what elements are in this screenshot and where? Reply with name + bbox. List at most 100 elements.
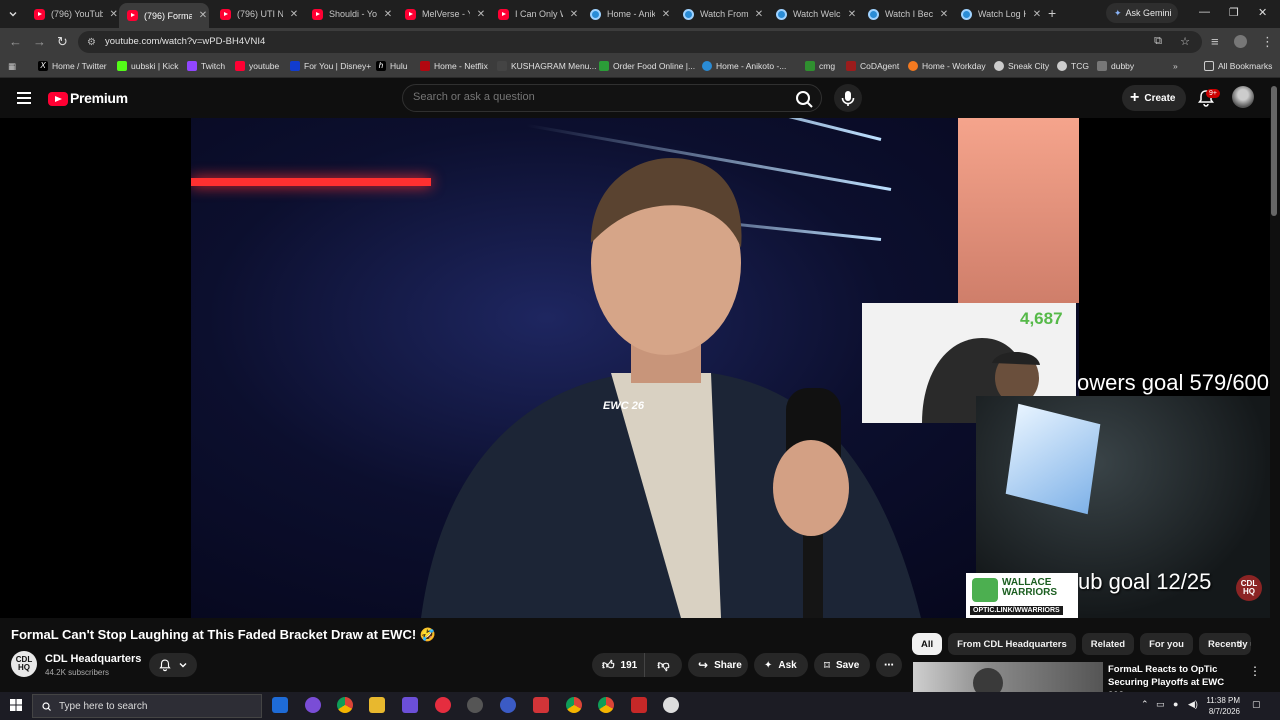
recommendation-menu-icon[interactable]: ⋮ (1249, 664, 1261, 678)
more-actions-button[interactable]: ⋯ (876, 653, 902, 677)
bookmark-item[interactable]: youtube (235, 61, 279, 71)
bookmark-item[interactable]: uubski | Kick (117, 61, 179, 71)
all-bookmarks-folder[interactable]: All Bookmarks (1204, 61, 1272, 71)
more-bookmarks-icon[interactable]: » (1173, 61, 1178, 71)
bookmark-star-icon[interactable]: ☆ (1180, 35, 1190, 48)
create-button[interactable]: + Create (1122, 85, 1186, 111)
share-button[interactable]: ↪ Share (688, 653, 748, 677)
file-explorer-icon[interactable] (369, 697, 385, 713)
browser-tab[interactable]: Watch I Beca ✕ (860, 4, 952, 24)
site-info-icon[interactable]: ⚙ (87, 37, 96, 48)
taskbar-app-icon[interactable] (272, 697, 288, 713)
close-tab-icon[interactable]: ✕ (939, 9, 949, 20)
chip-recently-uploaded[interactable]: Recently u (1198, 633, 1251, 655)
bookmark-item[interactable]: CoDAgent (846, 61, 899, 71)
browser-tab-active[interactable]: (796) FormaL Can't Stop Laughing ✕ (119, 3, 209, 28)
windows-start-icon[interactable] (10, 699, 22, 711)
ask-gemini-button[interactable]: ✦ Ask Gemini (1106, 3, 1178, 23)
address-bar[interactable]: ⚙ youtube.com/watch?v=wPD-BH4VNI4 ⧉ ☆ (78, 31, 1202, 53)
bookmark-item[interactable]: cmg (805, 61, 835, 71)
bookmark-item[interactable]: Twitch (187, 61, 225, 71)
hamburger-menu-icon[interactable] (17, 92, 31, 107)
chrome-icon[interactable] (566, 697, 582, 713)
voice-search-button[interactable] (834, 84, 862, 112)
volume-icon[interactable]: ◀) (1188, 699, 1198, 710)
taskbar-app-icon[interactable] (467, 697, 483, 713)
close-tab-icon[interactable]: ✕ (1032, 9, 1042, 20)
browser-tab[interactable]: MelVerse - You ✕ (397, 4, 489, 24)
new-tab-icon[interactable]: + (1048, 5, 1056, 21)
chip-all[interactable]: All (912, 633, 943, 655)
close-tab-icon[interactable]: ✕ (198, 10, 208, 21)
close-tab-icon[interactable]: ✕ (847, 9, 857, 20)
browser-tab[interactable]: I Can Only W ✕ (490, 4, 582, 24)
taskbar-app-icon[interactable] (533, 697, 549, 713)
youtube-premium-logo[interactable]: Premium (70, 90, 128, 106)
bookmark-item[interactable]: Home - Workday (908, 61, 986, 71)
browser-tab[interactable]: Watch From ✕ (675, 4, 767, 24)
browser-tab[interactable]: Shouldi - You ✕ (304, 4, 396, 24)
like-button[interactable]: 👍︎ 191 (592, 653, 644, 677)
browser-tab[interactable]: (796) UTI No ✕ (212, 4, 304, 24)
close-window-icon[interactable]: ✕ (1258, 6, 1267, 19)
apps-grid-icon[interactable]: ▦ (8, 61, 16, 72)
chips-next-icon[interactable]: › (1238, 636, 1242, 651)
install-app-icon[interactable]: ⧉ (1154, 35, 1162, 48)
bookmark-item[interactable]: X Home / Twitter (38, 61, 107, 71)
bookmark-item[interactable]: TCG (1057, 61, 1089, 71)
close-tab-icon[interactable]: ✕ (661, 9, 671, 20)
channel-watermark[interactable]: CDL HQ (1236, 575, 1262, 601)
notifications-center-icon[interactable]: ▢ (1252, 699, 1261, 710)
browser-tab[interactable]: (796) YouTube ✕ (26, 4, 118, 24)
account-avatar[interactable] (1232, 86, 1254, 108)
taskbar-app-icon[interactable] (631, 697, 647, 713)
bookmark-item[interactable]: Order Food Online |... (599, 61, 695, 71)
close-tab-icon[interactable]: ✕ (754, 9, 764, 20)
close-tab-icon[interactable]: ✕ (476, 9, 486, 20)
search-box[interactable] (402, 84, 822, 112)
close-tab-icon[interactable]: ✕ (289, 9, 299, 20)
save-button[interactable]: ⌑ Save (814, 653, 870, 677)
profile-icon[interactable] (1234, 35, 1247, 48)
channel-avatar[interactable]: CDL HQ (11, 651, 37, 677)
taskbar-clock[interactable]: 11:38 PM 8/7/2026 (1200, 695, 1240, 717)
back-icon[interactable]: ← (9, 34, 22, 49)
dislike-button[interactable]: 👎︎ (644, 653, 682, 677)
browser-tab[interactable]: Watch Welc ✕ (768, 4, 860, 24)
chip-for-you[interactable]: For you (1140, 633, 1193, 655)
restore-icon[interactable]: ❐ (1229, 6, 1239, 19)
bookmark-item[interactable]: Sneak City (994, 61, 1049, 71)
forward-icon[interactable]: → (33, 34, 46, 49)
recommendation-thumbnail[interactable] (913, 662, 1103, 692)
bookmark-item[interactable]: Home - Netflix (420, 61, 488, 71)
tray-chevron-icon[interactable]: ⌃ (1141, 699, 1149, 710)
bookmark-item[interactable]: KUSHAGRAM Menu... (497, 61, 597, 71)
chip-related[interactable]: Related (1081, 633, 1135, 655)
taskbar-app-icon[interactable] (435, 697, 451, 713)
reading-list-icon[interactable]: ≡ (1211, 34, 1219, 49)
chrome-icon[interactable] (598, 697, 614, 713)
close-tab-icon[interactable]: ✕ (569, 9, 579, 20)
reload-icon[interactable]: ↻ (57, 34, 68, 50)
close-tab-icon[interactable]: ✕ (383, 9, 393, 20)
bookmark-item[interactable]: Home - Anikoto -... (702, 61, 786, 71)
minimize-icon[interactable]: — (1199, 6, 1210, 18)
search-button[interactable] (793, 88, 815, 110)
network-icon[interactable]: ▭ (1156, 699, 1165, 710)
channel-name[interactable]: CDL Headquarters (45, 653, 141, 665)
taskbar-app-icon[interactable] (663, 697, 679, 713)
browser-tab[interactable]: Watch Log H ✕ (953, 4, 1045, 24)
page-scrollbar[interactable] (1271, 86, 1277, 216)
taskbar-app-icon[interactable] (402, 697, 418, 713)
taskbar-app-icon[interactable] (305, 697, 321, 713)
chip-from-channel[interactable]: From CDL Headquarters (948, 633, 1076, 655)
taskbar-search[interactable]: Type here to search (32, 694, 262, 718)
ask-button[interactable]: ✦ Ask (754, 653, 808, 677)
tab-search-button[interactable] (4, 5, 22, 23)
bookmark-item[interactable]: dubby (1097, 61, 1134, 71)
video-player[interactable]: EWC 26 4,687 owers goal 579/600 ub goal … (0, 118, 1270, 618)
close-tab-icon[interactable]: ✕ (109, 9, 118, 20)
search-input[interactable] (413, 91, 773, 103)
browser-tab[interactable]: Home - Anik ✕ (582, 4, 674, 24)
youtube-logo-icon[interactable] (48, 92, 68, 106)
